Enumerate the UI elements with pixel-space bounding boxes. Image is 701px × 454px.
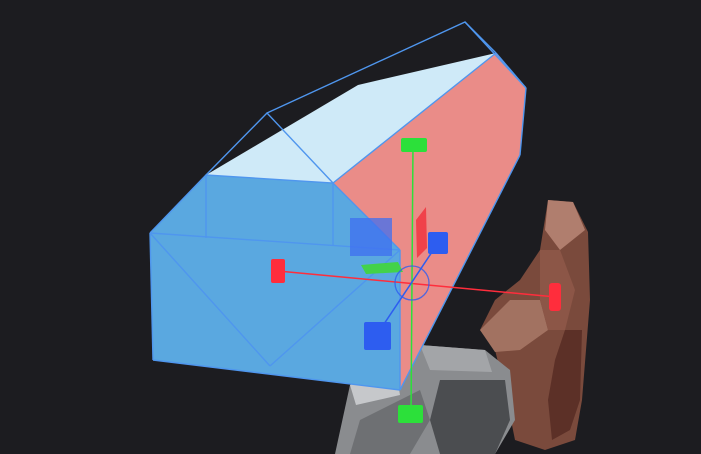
- viewport-canvas[interactable]: [0, 0, 701, 454]
- cube-handle-icon[interactable]: [401, 138, 427, 152]
- model-metal-shadow: [430, 380, 510, 454]
- cube-handle-icon[interactable]: [271, 259, 285, 283]
- cube-handle-icon[interactable]: [398, 405, 423, 423]
- cube-handle-icon[interactable]: [549, 283, 561, 311]
- plane-handle-xy[interactable]: [350, 218, 392, 256]
- cube-handle-icon[interactable]: [364, 322, 391, 350]
- cube-handle-icon[interactable]: [428, 232, 448, 254]
- scene-viewport[interactable]: [0, 0, 701, 454]
